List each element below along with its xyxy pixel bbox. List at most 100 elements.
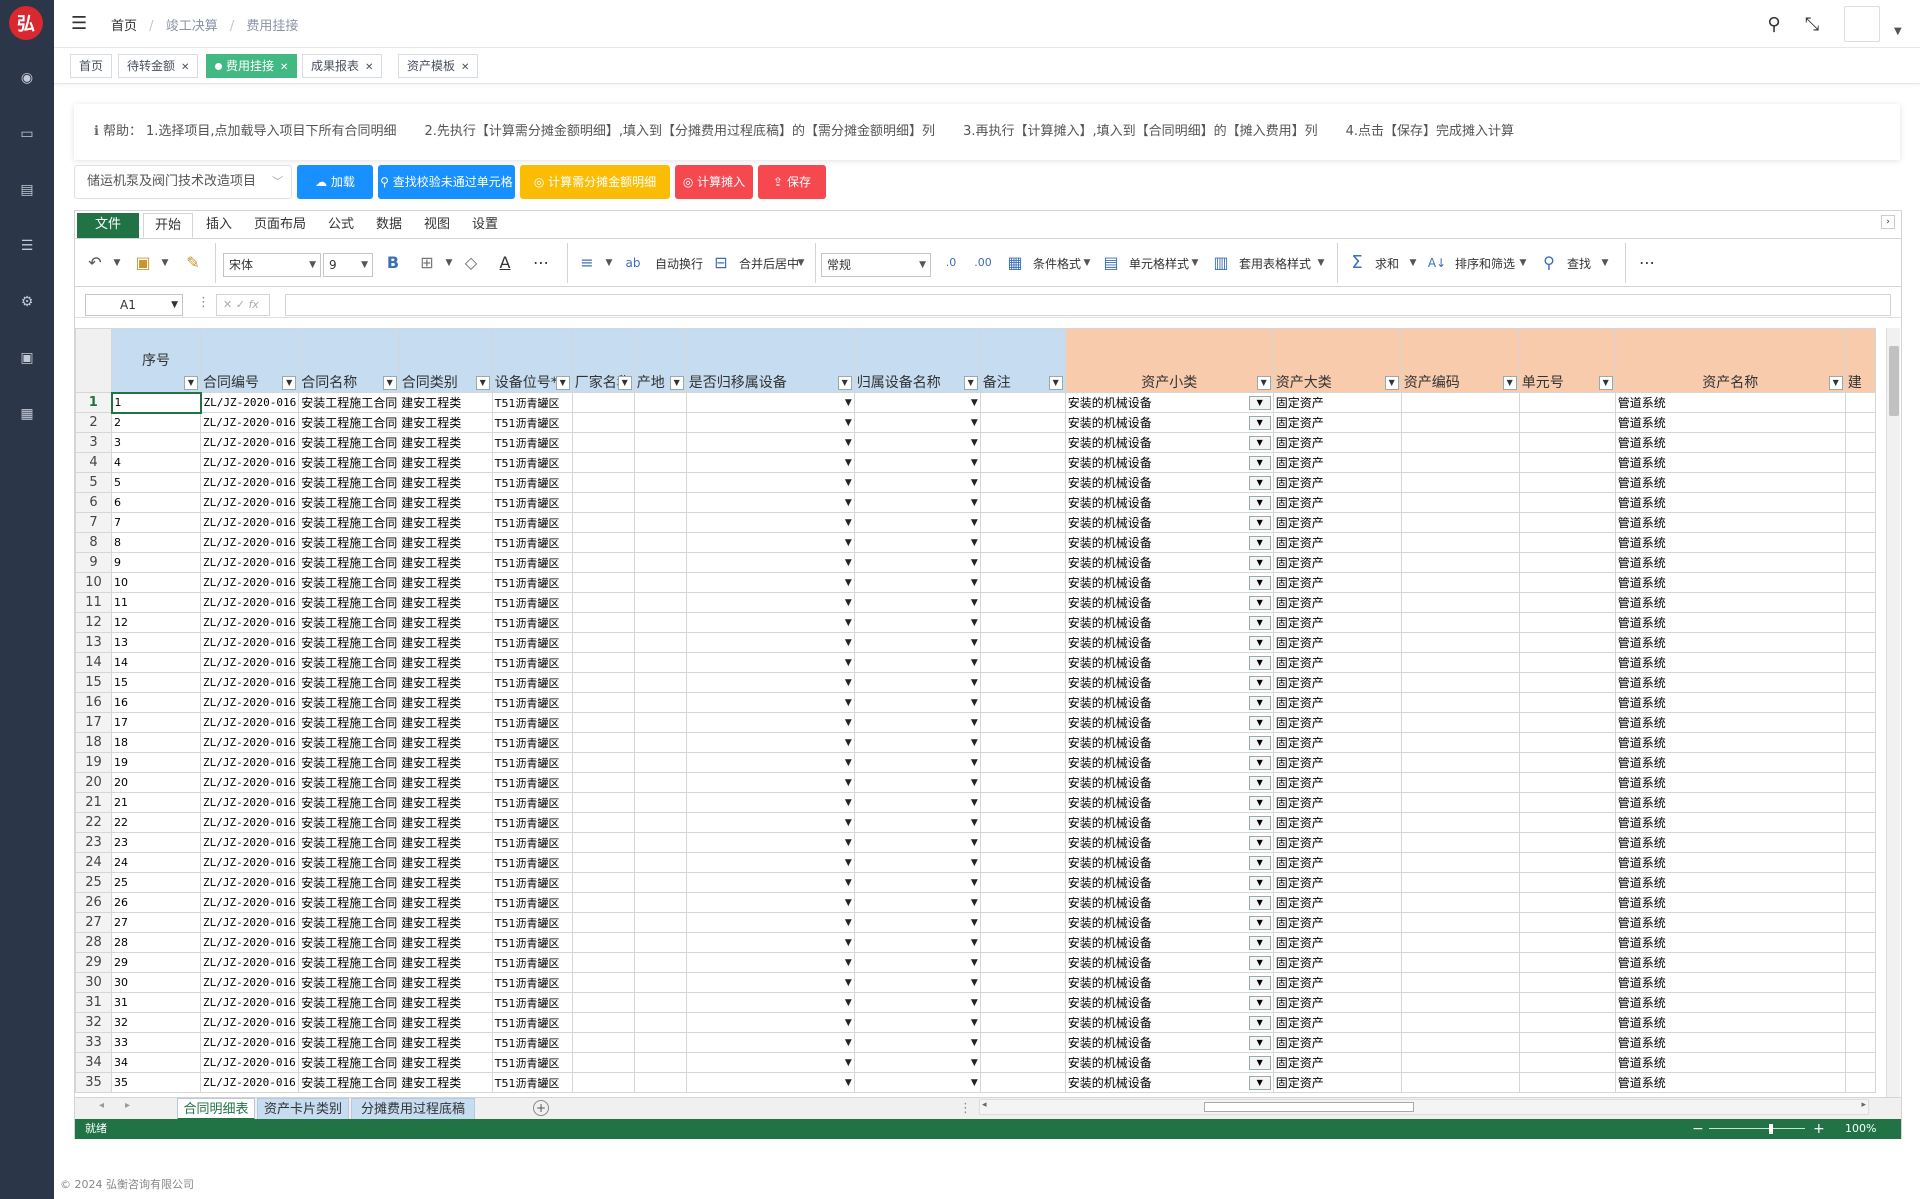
- grid-cell[interactable]: [979, 632, 1066, 653]
- fullscreen-icon[interactable]: ⤡: [1800, 12, 1824, 36]
- grid-cell[interactable]: ZL/JZ-2020-016: [199, 512, 300, 533]
- grid-cell[interactable]: T51沥青罐区: [491, 872, 573, 893]
- grid-cell[interactable]: T51沥青罐区: [491, 1052, 573, 1073]
- column-header[interactable]: 合同名称 ▼: [298, 328, 400, 393]
- save-button[interactable]: ⇪ 保存: [758, 165, 826, 199]
- grid-cell[interactable]: [979, 512, 1066, 533]
- grid-cell[interactable]: [1400, 1032, 1520, 1053]
- grid-cell[interactable]: [1844, 952, 1876, 973]
- tab-file[interactable]: 文件: [77, 213, 139, 238]
- grid-cell[interactable]: 管道系统: [1614, 592, 1846, 613]
- grid-cell[interactable]: ▼: [685, 812, 855, 833]
- grid-cell[interactable]: ZL/JZ-2020-016: [199, 672, 300, 693]
- grid-cell[interactable]: ZL/JZ-2020-016: [199, 452, 300, 473]
- grid-cell[interactable]: [1518, 392, 1616, 413]
- chevron-down-icon[interactable]: ▼: [1183, 251, 1207, 275]
- grid-cell[interactable]: [571, 612, 635, 633]
- grid-cell[interactable]: 6: [111, 492, 201, 513]
- cell-dropdown-icon[interactable]: ▼: [1248, 956, 1271, 970]
- row-header[interactable]: 27: [75, 912, 112, 933]
- cell-dropdown-icon[interactable]: ▼: [971, 638, 978, 648]
- grid-cell[interactable]: [571, 1072, 635, 1093]
- grid-cell[interactable]: 安装工程施工合同: [298, 452, 400, 473]
- grid-cell[interactable]: ▼ 安装的机械设备: [1064, 972, 1274, 993]
- cell-dropdown-icon[interactable]: ▼: [971, 758, 978, 768]
- grid-cell[interactable]: ▼: [685, 1052, 855, 1073]
- cell-dropdown-icon[interactable]: ▼: [971, 598, 978, 608]
- grid-cell[interactable]: ▼: [853, 652, 981, 673]
- row-header[interactable]: 9: [75, 552, 112, 573]
- grid-cell[interactable]: [979, 812, 1066, 833]
- grid-cell[interactable]: [1518, 812, 1616, 833]
- grid-cell[interactable]: ZL/JZ-2020-016: [199, 712, 300, 733]
- grid-cell[interactable]: [1518, 632, 1616, 653]
- grid-cell[interactable]: 建安工程类: [399, 412, 493, 433]
- filter-dropdown-icon[interactable]: ▼: [669, 376, 684, 390]
- list-icon[interactable]: ☰: [17, 236, 37, 256]
- grid-cell[interactable]: 固定资产: [1272, 912, 1402, 933]
- grid-cell[interactable]: [571, 672, 635, 693]
- grid-cell[interactable]: ▼: [853, 812, 981, 833]
- close-icon[interactable]: ✕: [365, 62, 373, 73]
- sheet-tab-contract-detail[interactable]: 合同明细表: [177, 1098, 255, 1120]
- row-header[interactable]: 34: [75, 1052, 112, 1073]
- grid-cell[interactable]: ▼: [853, 692, 981, 713]
- find-icon[interactable]: ⚲: [1537, 251, 1561, 275]
- cell-dropdown-icon[interactable]: ▼: [971, 878, 978, 888]
- grid-cell[interactable]: 固定资产: [1272, 552, 1402, 573]
- grid-cell[interactable]: 安装工程施工合同: [298, 652, 400, 673]
- grid-cell[interactable]: T51沥青罐区: [491, 672, 573, 693]
- grid-cell[interactable]: 建安工程类: [399, 1032, 493, 1053]
- grid-cell[interactable]: 建安工程类: [399, 592, 493, 613]
- grid-cell[interactable]: ZL/JZ-2020-016: [199, 752, 300, 773]
- cell-dropdown-icon[interactable]: ▼: [845, 778, 852, 788]
- grid-cell[interactable]: [979, 952, 1066, 973]
- grid-cell[interactable]: 管道系统: [1614, 632, 1846, 653]
- column-header[interactable]: 设备位号* ▼: [491, 328, 573, 393]
- grid-cell[interactable]: ▼: [853, 1032, 981, 1053]
- row-header[interactable]: 1: [75, 392, 112, 413]
- grid-cell[interactable]: 固定资产: [1272, 412, 1402, 433]
- grid-cell[interactable]: 固定资产: [1272, 592, 1402, 613]
- cell-dropdown-icon[interactable]: ▼: [845, 978, 852, 988]
- grid-cell[interactable]: 管道系统: [1614, 712, 1846, 733]
- grid-cell[interactable]: [979, 492, 1066, 513]
- grid-cell[interactable]: 固定资产: [1272, 972, 1402, 993]
- grid-cell[interactable]: [571, 792, 635, 813]
- grid-cell[interactable]: ▼ 安装的机械设备: [1064, 952, 1274, 973]
- cell-dropdown-icon[interactable]: ▼: [971, 918, 978, 928]
- grid-cell[interactable]: 建安工程类: [399, 972, 493, 993]
- grid-cell[interactable]: ▼ 安装的机械设备: [1064, 912, 1274, 933]
- cell-dropdown-icon[interactable]: ▼: [845, 858, 852, 868]
- grid-cell[interactable]: 固定资产: [1272, 672, 1402, 693]
- grid-cell[interactable]: 安装工程施工合同: [298, 752, 400, 773]
- grid-cell[interactable]: ▼: [685, 752, 855, 773]
- grid-cell[interactable]: 管道系统: [1614, 532, 1846, 553]
- grid-cell[interactable]: 建安工程类: [399, 792, 493, 813]
- chevron-down-icon[interactable]: ▼: [1511, 251, 1535, 275]
- grid-cell[interactable]: [1518, 492, 1616, 513]
- grid-cell[interactable]: 1: [110, 391, 202, 414]
- grid-cell[interactable]: 建安工程类: [399, 852, 493, 873]
- grid-cell[interactable]: [1400, 892, 1520, 913]
- grid-cell[interactable]: [571, 452, 635, 473]
- cell-dropdown-icon[interactable]: ▼: [845, 458, 852, 468]
- grid-cell[interactable]: 管道系统: [1614, 752, 1846, 773]
- cell-dropdown-icon[interactable]: ▼: [971, 658, 978, 668]
- grid-cell[interactable]: [1400, 492, 1520, 513]
- tag-home[interactable]: 首页: [70, 54, 113, 78]
- grid-cell[interactable]: [1518, 652, 1616, 673]
- cell-dropdown-icon[interactable]: ▼: [1248, 1036, 1271, 1050]
- grid-cell[interactable]: [1844, 392, 1876, 413]
- grid-cell[interactable]: [571, 752, 635, 773]
- grid-cell[interactable]: [979, 652, 1066, 673]
- grid-cell[interactable]: [1844, 932, 1876, 953]
- grid-cell[interactable]: 管道系统: [1614, 412, 1846, 433]
- cell-dropdown-icon[interactable]: ▼: [845, 918, 852, 928]
- cell-dropdown-icon[interactable]: ▼: [845, 738, 852, 748]
- grid-cell[interactable]: 管道系统: [1614, 812, 1846, 833]
- grid-cell[interactable]: ZL/JZ-2020-016: [199, 1032, 300, 1053]
- cell-dropdown-icon[interactable]: ▼: [1248, 876, 1271, 890]
- grid-cell[interactable]: ▼ 安装的机械设备: [1064, 592, 1274, 613]
- horizontal-scrollbar[interactable]: ◂ ▸: [979, 1099, 1869, 1115]
